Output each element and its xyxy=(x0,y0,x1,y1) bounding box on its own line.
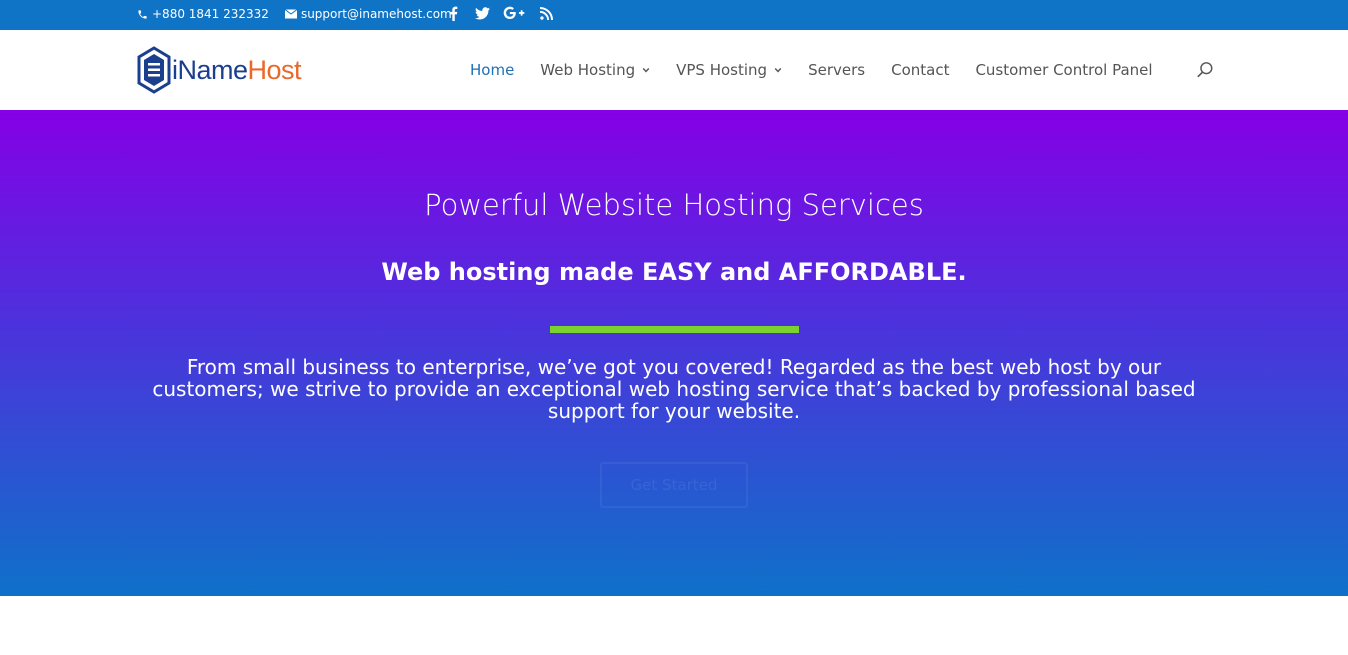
email-link[interactable]: support@inamehost.com xyxy=(301,7,452,21)
nav-home-label: Home xyxy=(470,61,515,79)
nav-servers[interactable]: Servers xyxy=(808,61,865,79)
nav-contact-label: Contact xyxy=(891,61,950,79)
nav-vps-hosting-label: VPS Hosting xyxy=(676,61,768,79)
phone-icon xyxy=(136,8,148,20)
hero-subtitle: Web hosting made EASY and AFFORDABLE. xyxy=(381,258,967,286)
envelope-icon xyxy=(284,8,297,20)
nav-contact[interactable]: Contact xyxy=(891,61,949,79)
hero-title: Powerful Website Hosting Services xyxy=(424,188,924,222)
phone-item: +880 1841 232332 xyxy=(136,7,269,21)
nav-servers-label: Servers xyxy=(808,61,866,79)
chevron-down-icon xyxy=(642,66,650,74)
site-logo[interactable]: iName Host xyxy=(137,45,302,95)
nav-customer-control-panel-label: Customer Control Panel xyxy=(975,61,1153,79)
facebook-icon[interactable] xyxy=(445,5,461,21)
get-started-button[interactable]: Get Started xyxy=(600,462,748,508)
get-started-label: Get Started xyxy=(630,476,718,494)
contact-info: +880 1841 232332 support@inamehost.com xyxy=(136,7,468,21)
logo-text: iName Host xyxy=(172,54,302,86)
logo-hexagon-icon xyxy=(137,46,171,94)
main-nav: Home Web Hosting VPS Hosting Servers Con… xyxy=(470,30,1153,110)
search-icon[interactable] xyxy=(1196,61,1214,79)
google-plus-icon[interactable] xyxy=(503,5,525,21)
phone-number: +880 1841 232332 xyxy=(152,7,269,21)
nav-customer-control-panel[interactable]: Customer Control Panel xyxy=(975,61,1152,79)
hero-section: Powerful Website Hosting Services Web ho… xyxy=(0,110,1348,596)
chevron-down-icon xyxy=(774,66,782,74)
nav-web-hosting[interactable]: Web Hosting xyxy=(540,61,650,79)
nav-web-hosting-label: Web Hosting xyxy=(540,61,636,79)
twitter-icon[interactable] xyxy=(474,5,490,21)
social-links xyxy=(445,5,567,21)
hero-description: From small business to enterprise, we’ve… xyxy=(152,355,1196,423)
rss-icon[interactable] xyxy=(538,5,554,21)
nav-home[interactable]: Home xyxy=(470,61,514,79)
hero-divider xyxy=(550,326,799,333)
nav-vps-hosting[interactable]: VPS Hosting xyxy=(676,61,782,79)
top-bar: +880 1841 232332 support@inamehost.com xyxy=(0,0,1348,30)
site-header: iName Host Home Web Hosting VPS Hosting S… xyxy=(0,30,1348,110)
logo-text-host: Host xyxy=(247,54,302,85)
logo-text-iname: iName xyxy=(172,54,248,85)
email-item[interactable]: support@inamehost.com xyxy=(284,7,452,21)
